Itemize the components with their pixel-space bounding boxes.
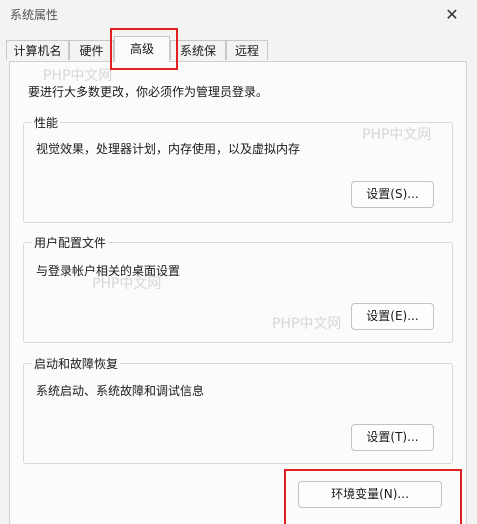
environment-variables-button[interactable]: 环境变量(N)...: [298, 481, 442, 508]
close-icon[interactable]: ✕: [439, 2, 465, 26]
performance-group-title: 性能: [32, 114, 61, 131]
tab-remote[interactable]: 远程: [226, 40, 268, 60]
user-profiles-settings-button[interactable]: 设置(E)...: [351, 303, 434, 330]
window-title: 系统属性: [10, 8, 59, 22]
tab-advanced[interactable]: 高级: [114, 36, 170, 62]
tab-computer-name[interactable]: 计算机名: [6, 40, 69, 60]
system-properties-window: 系统属性 ✕ 计算机名 硬件 高级 系统保护 远程 要进行大多数更改，你必须作为…: [0, 0, 477, 524]
tab-hardware[interactable]: 硬件: [69, 40, 114, 60]
performance-description: 视觉效果，处理器计划，内存使用，以及虚拟内存: [36, 142, 301, 156]
user-profiles-group-title: 用户配置文件: [32, 234, 109, 251]
startup-recovery-settings-button[interactable]: 设置(T)...: [351, 424, 434, 451]
user-profiles-group: 用户配置文件 与登录帐户相关的桌面设置 设置(E)...: [23, 234, 453, 343]
admin-notice: 要进行大多数更改，你必须作为管理员登录。: [28, 85, 269, 99]
watermark: PHP中文网: [272, 316, 342, 332]
performance-settings-button[interactable]: 设置(S)...: [351, 181, 434, 208]
startup-recovery-group: 启动和故障恢复 系统启动、系统故障和调试信息 设置(T)...: [23, 355, 453, 464]
watermark: PHP中文网: [43, 68, 113, 84]
watermark: PHP中文网: [92, 276, 162, 292]
tab-system-protection[interactable]: 系统保护: [170, 40, 226, 78]
startup-recovery-group-title: 启动和故障恢复: [32, 355, 121, 372]
watermark: PHP中文网: [362, 127, 432, 143]
startup-recovery-description: 系统启动、系统故障和调试信息: [36, 384, 205, 398]
